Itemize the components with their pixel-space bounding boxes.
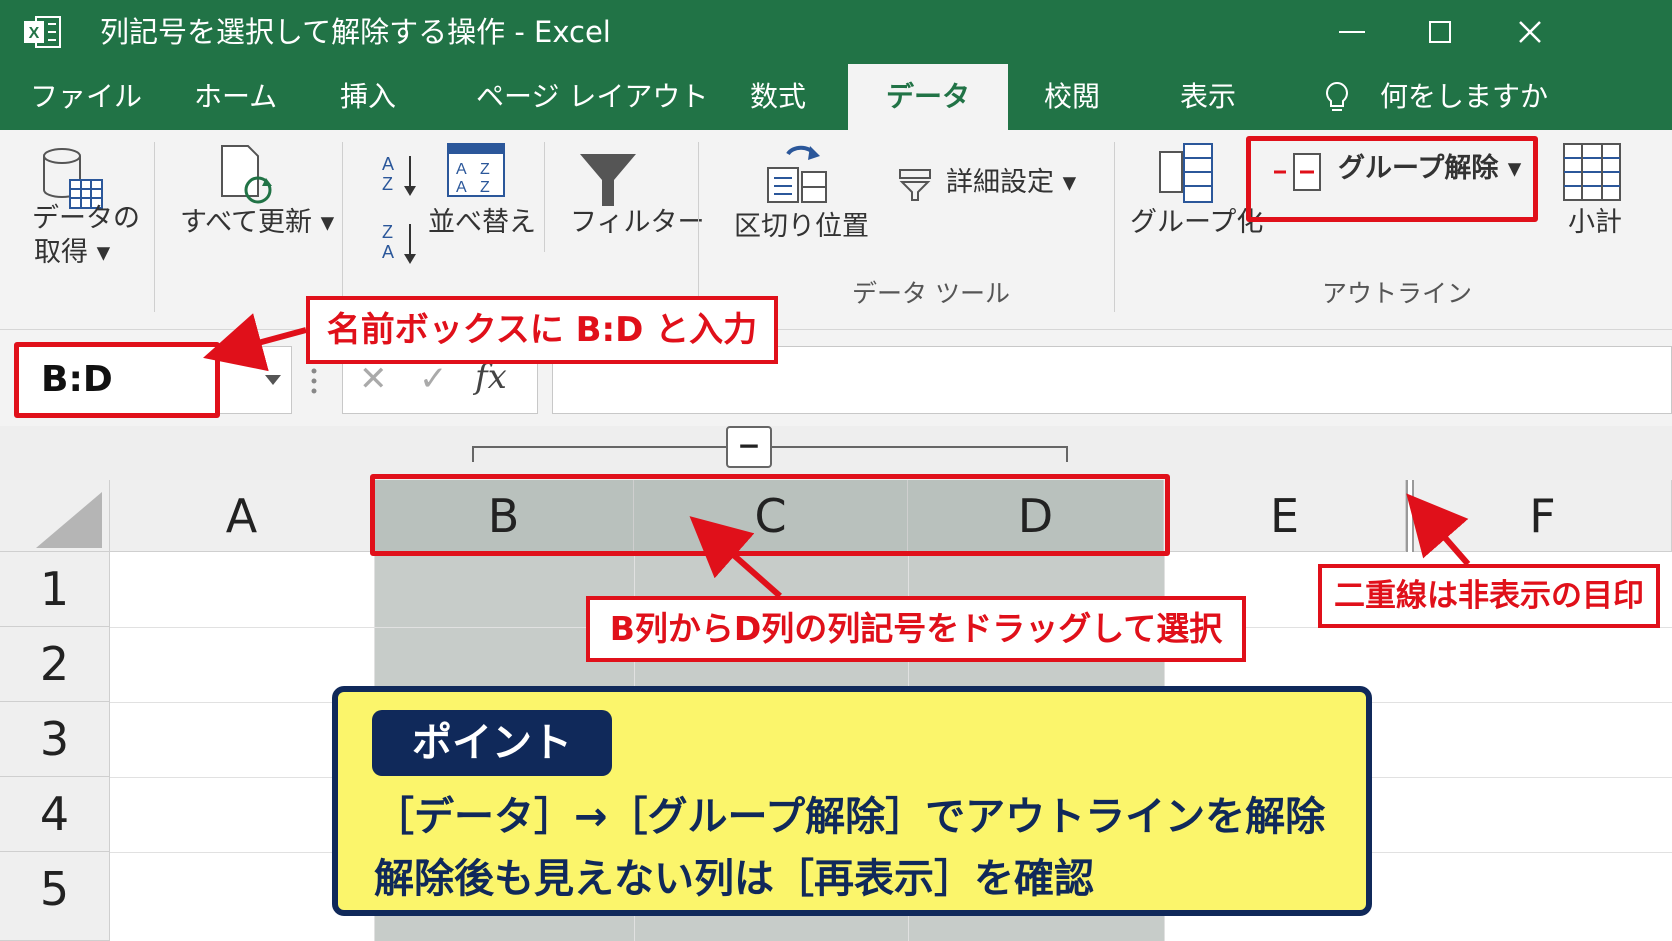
tell-me-search[interactable]: 何をしますか (1380, 64, 1548, 130)
svg-text:A: A (456, 161, 467, 178)
column-headers-highlight (370, 474, 1170, 556)
outline-bar: − (0, 426, 1672, 480)
sort-az-icon: A Z (382, 154, 416, 196)
outline-bracket-right (1066, 446, 1068, 462)
chevron-down-icon[interactable] (265, 375, 281, 385)
select-all-triangle-icon (36, 492, 102, 548)
enter-icon[interactable]: ✓ (419, 359, 448, 399)
advanced-button[interactable]: 詳細設定 ▾ (946, 166, 1076, 200)
tab-data[interactable]: データ (848, 64, 1008, 130)
outline-group-label: アウトライン (1322, 279, 1473, 308)
minimize-button[interactable] (1322, 10, 1382, 54)
tab-insert[interactable]: 挿入 (340, 64, 396, 130)
close-button[interactable] (1500, 10, 1560, 54)
svg-text:A: A (382, 242, 394, 262)
sort-dialog-icon: A Z A Z (447, 143, 505, 197)
tab-view[interactable]: 表示 (1180, 64, 1236, 130)
advanced-filter-icon (899, 169, 931, 201)
window-title: 列記号を選択して解除する操作 - Excel (100, 15, 611, 49)
svg-text:Z: Z (382, 174, 393, 194)
point-line-1: ［データ］→［グループ解除］でアウトラインを解除 (374, 794, 1326, 840)
drag-callout: B列からD列の列記号をドラッグして選択 (586, 596, 1246, 662)
subtotal-icon (1563, 143, 1621, 201)
svg-text:Z: Z (480, 179, 490, 196)
svg-text:A: A (456, 179, 467, 196)
column-header-e[interactable]: E (1164, 480, 1406, 552)
title-bar: X 列記号を選択して解除する操作 - Excel (0, 0, 1672, 64)
cancel-icon[interactable]: ✕ (359, 359, 388, 399)
get-data-label-2: 取得 ▾ (34, 237, 111, 268)
data-tools-group-label: データ ツール (852, 279, 1010, 308)
text-to-columns-icon (767, 145, 827, 203)
separator (154, 142, 155, 312)
svg-text:A: A (382, 154, 394, 174)
tab-home[interactable]: ホーム (194, 64, 277, 130)
column-header-a[interactable]: A (110, 480, 374, 552)
separator (698, 142, 699, 312)
row-header-1[interactable]: 1 (0, 552, 110, 627)
sort-button[interactable]: 並べ替え (428, 206, 536, 240)
group-icon (1159, 143, 1213, 203)
tab-formulas[interactable]: 数式 (750, 64, 806, 130)
close-icon (1519, 21, 1541, 43)
excel-logo-icon: X (24, 16, 61, 48)
group-button[interactable]: グループ化 (1130, 206, 1263, 240)
ungroup-highlight (1246, 136, 1538, 222)
row-header-2[interactable]: 2 (0, 627, 110, 702)
lightbulb-icon (1326, 81, 1348, 111)
name-box-highlight (14, 342, 220, 418)
minimize-icon (1339, 31, 1365, 33)
tab-file[interactable]: ファイル (30, 64, 142, 130)
point-title: ポイント (372, 710, 612, 776)
filter-button[interactable]: フィルター (570, 206, 704, 240)
separator (544, 142, 545, 252)
hidden-columns-callout: 二重線は非表示の目印 (1318, 564, 1660, 628)
tab-page-layout[interactable]: ページ レイアウト (476, 64, 708, 130)
name-box-callout: 名前ボックスに B:D と入力 (306, 296, 778, 364)
svg-text:X: X (29, 25, 40, 42)
refresh-all-button[interactable]: すべて更新 ▾ (180, 206, 334, 240)
maximize-button[interactable] (1410, 10, 1470, 54)
row-header-4[interactable]: 4 (0, 777, 110, 852)
collapse-button[interactable]: − (726, 426, 772, 468)
text-to-columns-button[interactable]: 区切り位置 (734, 210, 869, 244)
row-header-3[interactable]: 3 (0, 702, 110, 777)
filter-icon (580, 154, 636, 206)
point-line-2: 解除後も見えない列は［再表示］を確認 (374, 856, 1094, 902)
ribbon-tabs: ファイル ホーム 挿入 ページ レイアウト 数式 データ 校閲 表示 何をします… (0, 64, 1672, 130)
select-all-corner[interactable] (0, 480, 110, 552)
maximize-icon (1429, 21, 1451, 43)
svg-text:Z: Z (480, 161, 490, 178)
row-header-5[interactable]: 5 (0, 852, 110, 941)
sort-za-icon: Z A (382, 222, 416, 264)
tab-review[interactable]: 校閲 (1044, 64, 1100, 130)
column-header-f[interactable]: F (1414, 480, 1672, 552)
grip-icon[interactable] (310, 368, 318, 394)
outline-bracket-left (472, 446, 474, 462)
refresh-icon (221, 145, 272, 204)
svg-text:Z: Z (382, 222, 393, 242)
separator (342, 142, 343, 312)
subtotal-button[interactable]: 小計 (1568, 206, 1622, 240)
get-data-button[interactable]: データの (32, 202, 140, 236)
separator (1114, 142, 1115, 312)
point-box: ポイント ［データ］→［グループ解除］でアウトラインを解除 解除後も見えない列は… (332, 686, 1372, 916)
